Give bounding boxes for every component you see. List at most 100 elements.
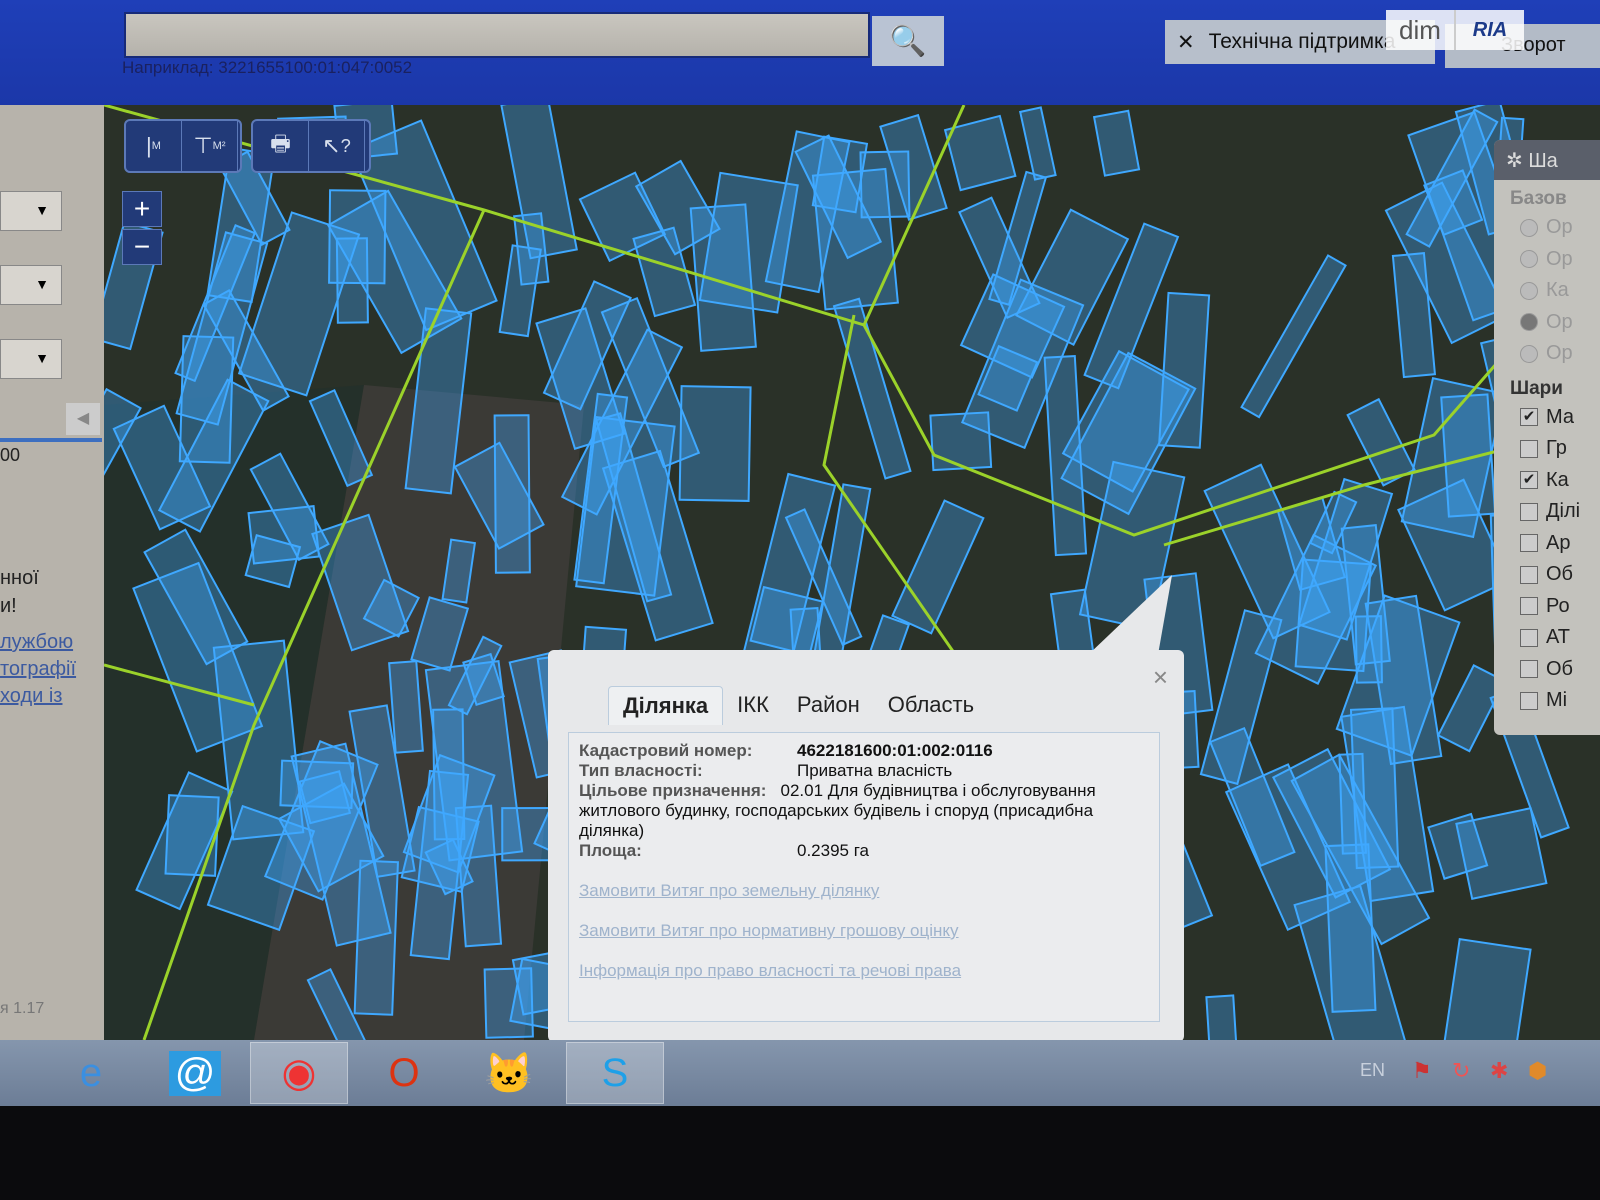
field-key: Площа:: [579, 841, 642, 860]
print-icon[interactable]: 🖶: [253, 121, 309, 171]
left-link[interactable]: ходи із: [0, 685, 62, 708]
print-toolbar: 🖶 ↖?: [251, 119, 371, 173]
parcel: [1455, 806, 1548, 900]
checkbox[interactable]: [1520, 534, 1538, 553]
network-icon[interactable]: ✱: [1490, 1058, 1508, 1084]
antivirus-icon[interactable]: ⬢: [1528, 1058, 1547, 1084]
layer-label: Ро: [1546, 594, 1570, 617]
left-link[interactable]: тографії: [0, 658, 76, 681]
version-text: я 1.17: [0, 1000, 45, 1017]
measure-length-icon[interactable]: | M: [126, 121, 182, 171]
left-link[interactable]: лужбою: [0, 631, 73, 654]
gear-icon: ✲: [1506, 150, 1523, 172]
layer-label: Ка: [1546, 468, 1569, 491]
layer-option[interactable]: Об: [1494, 559, 1600, 591]
layer-label: Об: [1546, 657, 1574, 680]
layers-panel: ✲ Ша Базов Ор Ор Ка Ор Ор Шари ✔ Ма Гр ✔ Ка Ділі А…: [1494, 140, 1600, 735]
radio[interactable]: [1520, 313, 1538, 332]
checkbox[interactable]: [1520, 660, 1538, 679]
sync-icon[interactable]: ↻: [1452, 1058, 1470, 1084]
layer-option[interactable]: Мі: [1494, 685, 1600, 717]
scratch-icon[interactable]: 🐱: [460, 1042, 558, 1104]
search-hint: Наприклад: 3221655100:01:047:0052: [122, 58, 413, 77]
order-valuation-link[interactable]: Замовити Витяг про нормативну грошову оц…: [579, 921, 1149, 941]
dropdown-3[interactable]: ▼: [0, 339, 62, 379]
layer-option[interactable]: Ро: [1494, 591, 1600, 623]
tab-district[interactable]: Район: [783, 686, 874, 725]
tab-region[interactable]: Область: [874, 686, 988, 725]
ownership-type: Приватна власність: [797, 761, 953, 780]
divider: [0, 438, 102, 442]
parcel: [483, 967, 534, 1039]
base-layer-option[interactable]: Ор: [1494, 244, 1600, 276]
base-layers-title: Базов: [1510, 188, 1567, 209]
layer-label: Гр: [1546, 437, 1567, 460]
language-indicator[interactable]: EN: [1360, 1060, 1385, 1081]
left-text: и!: [0, 595, 17, 617]
ownership-info-link[interactable]: Інформація про право власності та речові…: [579, 961, 1149, 981]
radio[interactable]: [1520, 218, 1538, 237]
option-label: Ор: [1546, 247, 1573, 270]
parcel: [353, 859, 399, 1016]
checkbox[interactable]: [1520, 565, 1538, 584]
internet-explorer-icon[interactable]: e: [42, 1042, 140, 1104]
mail-icon[interactable]: @: [146, 1042, 244, 1104]
checkbox[interactable]: ✔: [1520, 471, 1538, 490]
parcel: [388, 660, 424, 754]
checkbox[interactable]: [1520, 628, 1538, 647]
close-icon[interactable]: ×: [1153, 662, 1168, 693]
field-key: Цільове призначення:: [579, 781, 767, 800]
dropdown-1[interactable]: ▼: [0, 191, 62, 231]
base-layer-option[interactable]: Ка: [1494, 275, 1600, 307]
layers-panel-header[interactable]: ✲ Ша: [1494, 140, 1600, 180]
chrome-icon[interactable]: ◉: [250, 1042, 348, 1104]
checkbox[interactable]: ✔: [1520, 408, 1538, 427]
left-text: нної: [0, 567, 39, 589]
checkbox[interactable]: [1520, 439, 1538, 458]
field-key: Тип власності:: [579, 761, 703, 780]
cadastral-number: 4622181600:01:002:0116: [797, 741, 993, 760]
measure-area-icon[interactable]: ⊤ M²: [182, 121, 238, 171]
layer-option[interactable]: ✔ Ка: [1494, 465, 1600, 497]
radio[interactable]: [1520, 344, 1538, 363]
layer-option[interactable]: Гр: [1494, 433, 1600, 465]
option-label: Ор: [1546, 310, 1573, 333]
radio[interactable]: [1520, 250, 1538, 269]
parcel: [247, 505, 321, 565]
base-layer-option[interactable]: Ор: [1494, 307, 1600, 339]
search-icon: 🔍: [889, 24, 927, 58]
header: 🔍 Наприклад: 3221655100:01:047:0052 ✕ Тех…: [0, 0, 1600, 108]
layer-label: Ар: [1546, 531, 1571, 554]
tab-ikk[interactable]: ІКК: [723, 686, 783, 725]
base-layer-option[interactable]: Ор: [1494, 338, 1600, 370]
base-layer-option[interactable]: Ор: [1494, 212, 1600, 244]
layer-label: Мі: [1546, 689, 1568, 712]
explorer-icon[interactable]: ▮: [0, 1042, 38, 1104]
layer-label: Об: [1546, 563, 1574, 586]
zoom-in-button[interactable]: +: [122, 191, 162, 227]
layer-option[interactable]: ✔ Ма: [1494, 402, 1600, 434]
order-extract-link[interactable]: Замовити Витяг про земельну ділянку: [579, 881, 1149, 901]
dropdown-2[interactable]: ▼: [0, 265, 62, 305]
checkbox[interactable]: [1520, 502, 1538, 521]
layer-option[interactable]: АТ: [1494, 622, 1600, 654]
checkbox[interactable]: [1520, 597, 1538, 616]
search-button[interactable]: 🔍: [872, 16, 944, 66]
layer-option[interactable]: Ділі: [1494, 496, 1600, 528]
opera-icon[interactable]: O: [355, 1042, 453, 1104]
layer-option[interactable]: Ар: [1494, 528, 1600, 560]
watermark-logo: dim RIA: [1386, 10, 1524, 50]
search-input[interactable]: [124, 12, 870, 58]
collapse-button[interactable]: ◀: [66, 403, 100, 435]
checkbox[interactable]: [1520, 691, 1538, 710]
identify-icon[interactable]: ↖?: [309, 121, 365, 171]
left-panel: ▼ ▼ ▼ ◀ 00 нної и! лужбою тографії ходи …: [0, 105, 104, 1040]
zoom-out-button[interactable]: −: [122, 229, 162, 265]
layer-label: АТ: [1546, 626, 1570, 649]
tab-parcel[interactable]: Ділянка: [608, 686, 724, 725]
radio[interactable]: [1520, 281, 1538, 300]
left-text: 00: [0, 445, 21, 465]
layer-option[interactable]: Об: [1494, 654, 1600, 686]
action-center-icon[interactable]: ⚑: [1412, 1058, 1432, 1084]
skype-icon[interactable]: S: [566, 1042, 664, 1104]
